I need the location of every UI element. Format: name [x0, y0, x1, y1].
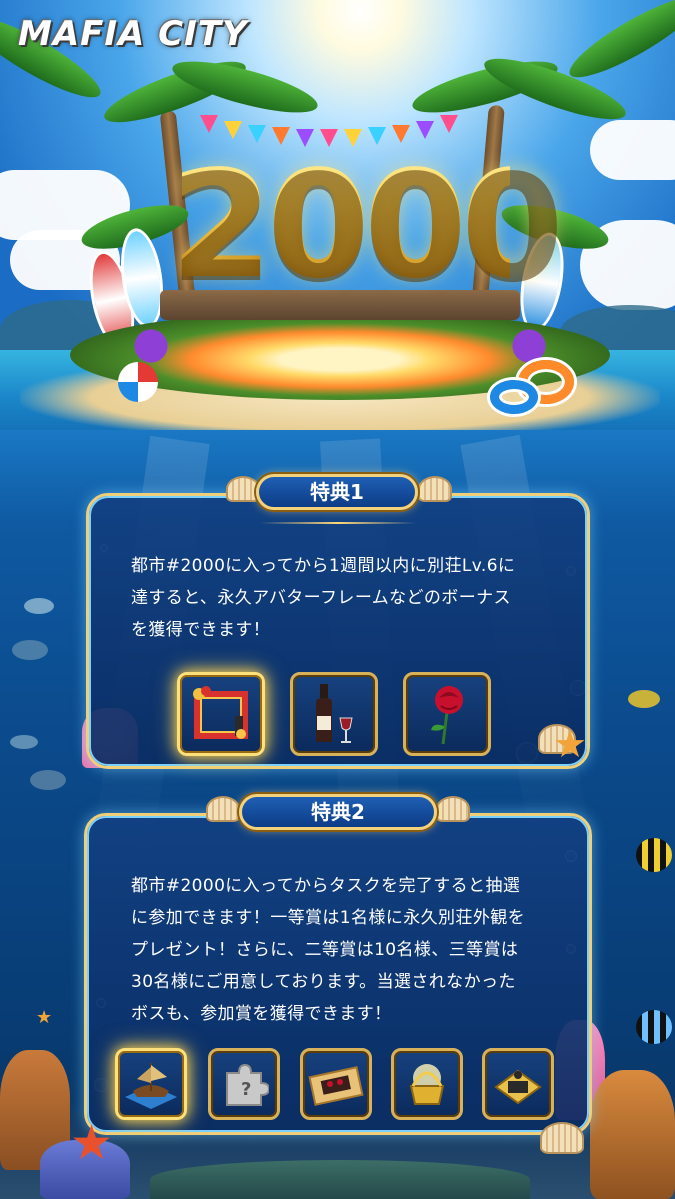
reward-puzzle[interactable]: ? — [208, 1048, 280, 1120]
fish — [10, 735, 38, 749]
svg-text:?: ? — [241, 1079, 251, 1100]
reward-wine[interactable] — [290, 672, 378, 756]
fish — [628, 690, 660, 708]
seashell-icon — [226, 476, 260, 502]
event-number-2000: 2000 — [170, 139, 564, 311]
benefit-1-title: 特典1 — [256, 474, 418, 510]
benefit-2-description: 都市#2000に入ってからタスクを完了すると抽選 に参加できます！一等賞は1名様… — [131, 876, 526, 1024]
reward-chest[interactable] — [391, 1048, 463, 1120]
cloud — [590, 120, 675, 180]
gold-ticket-icon — [494, 1069, 542, 1105]
fish — [30, 770, 66, 790]
fish — [636, 838, 672, 872]
gift-box-icon — [308, 1066, 364, 1106]
beach-ball-icon — [118, 362, 158, 402]
starfish-icon: ★ — [36, 1007, 53, 1028]
benefit-2-title: 特典2 — [239, 794, 437, 830]
fish — [12, 640, 48, 660]
reward-avatar-frame[interactable] — [177, 672, 265, 756]
benefit-1-description: 都市#2000に入ってから1週間以内に別荘Lv.6に 達すると、永久アバターフレ… — [131, 556, 516, 640]
fish — [636, 1010, 672, 1044]
glowing-chest-icon — [409, 1064, 445, 1105]
red-rose-icon — [431, 686, 463, 745]
coral — [590, 1070, 675, 1199]
reward-ticket[interactable] — [482, 1048, 554, 1120]
seaweed-bed — [150, 1160, 530, 1199]
starfish-icon: ★ — [70, 1115, 114, 1171]
seashell-icon — [206, 796, 240, 822]
fish — [24, 598, 54, 614]
starfish-icon: ★ — [553, 722, 588, 766]
wine-bottle-icon — [316, 684, 353, 743]
seashell-icon — [540, 1122, 584, 1154]
villa-appearance-icon — [125, 1063, 177, 1109]
mafia-city-logo: MAFIA CITY — [18, 14, 248, 54]
event-banner: 2000 MAFIA CITY 特典1 都市#2000に入ってから1週間以内に別… — [0, 0, 675, 1199]
seashell-icon — [436, 796, 470, 822]
reward-villa-appearance[interactable] — [115, 1048, 187, 1120]
title-underline — [260, 522, 416, 524]
seashell-icon — [418, 476, 452, 502]
swim-ring-icon — [490, 380, 538, 414]
avatar-frame-icon — [193, 686, 248, 739]
reward-gift[interactable] — [300, 1048, 372, 1120]
reward-rose[interactable] — [403, 672, 491, 756]
puzzle-piece-icon: ? — [226, 1063, 269, 1106]
